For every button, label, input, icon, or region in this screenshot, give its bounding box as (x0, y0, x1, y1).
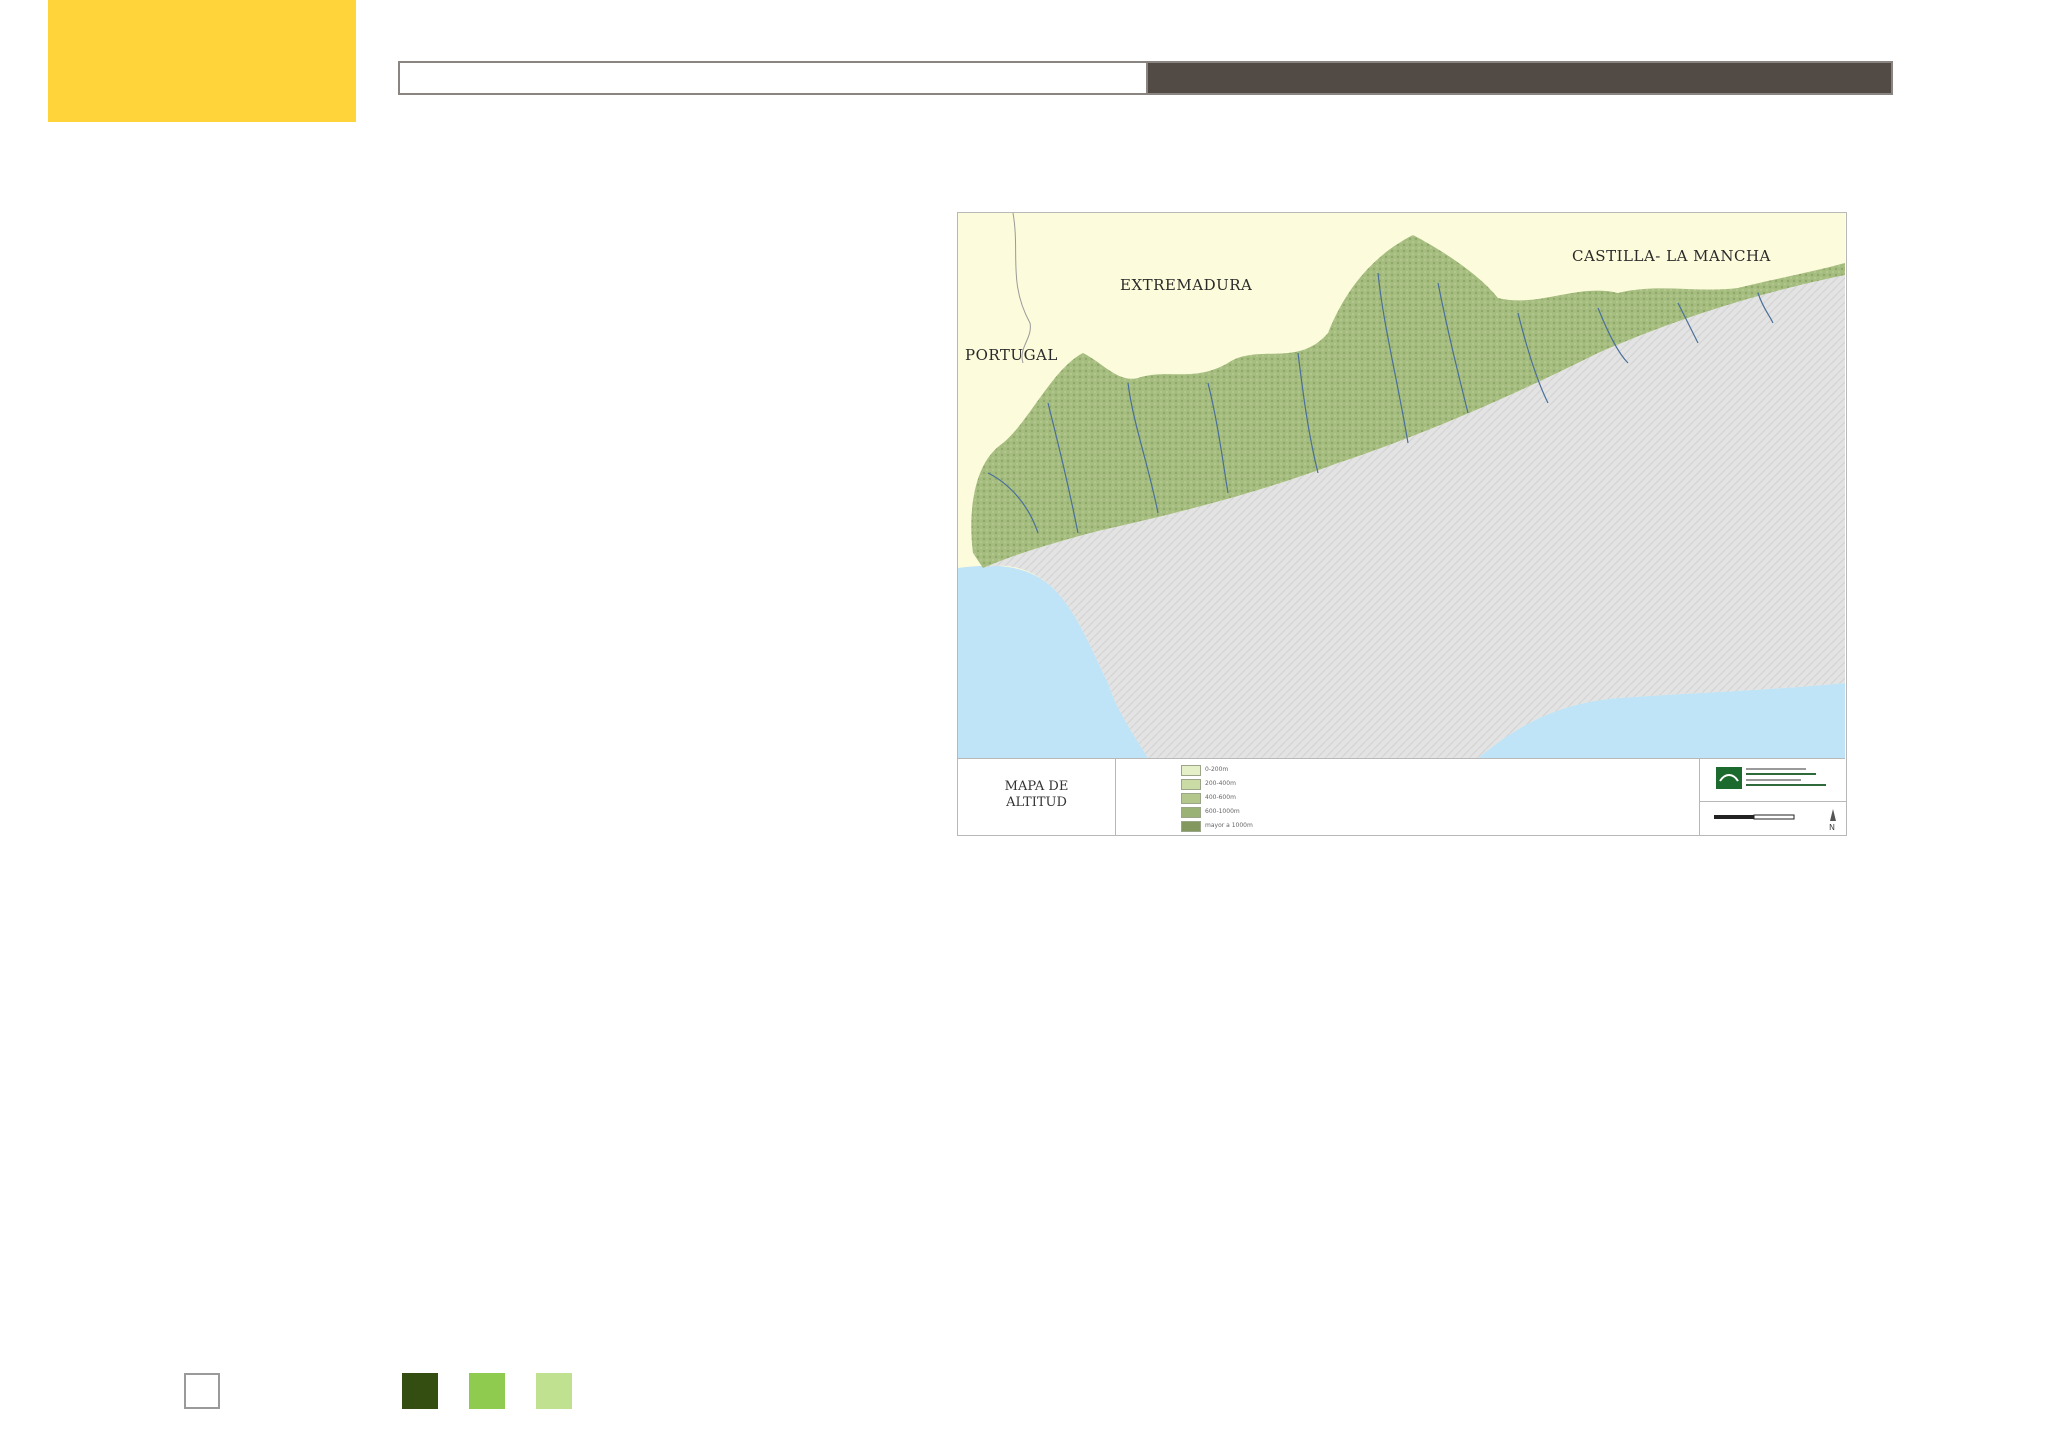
green-chip (469, 1373, 505, 1409)
legend-swatch (1181, 821, 1201, 832)
header-bar-right (1148, 61, 1893, 95)
svg-text:N: N (1829, 823, 1835, 831)
north-arrow-icon: N (1829, 809, 1836, 831)
legend-label: mayor a 1000m (1205, 822, 1253, 829)
map-legend: MAPA DE ALTITUD 0-200m 200-400m 400-600m … (958, 758, 1846, 836)
legend-label: 400-600m (1205, 794, 1236, 801)
header-bar-left (398, 61, 1148, 95)
label-portugal: PORTUGAL (965, 346, 1058, 364)
logo-box (1699, 759, 1846, 802)
light-green-chip (536, 1373, 572, 1409)
legend-swatch (1181, 779, 1201, 790)
legend-label: 0-200m (1205, 766, 1229, 773)
scale-box: N (1699, 801, 1846, 836)
legend-label: 200-400m (1205, 780, 1236, 787)
legend-swatch (1181, 807, 1201, 818)
legend-swatch (1181, 765, 1201, 776)
white-chip (184, 1373, 220, 1409)
dark-green-chip (402, 1373, 438, 1409)
legend-label: 600-1000m (1205, 808, 1240, 815)
altitude-map (958, 213, 1845, 758)
legend-swatch (1181, 793, 1201, 804)
label-castilla-la-mancha: CASTILLA- LA MANCHA (1572, 247, 1771, 265)
legend-title-box: MAPA DE ALTITUD (958, 759, 1116, 836)
section-tab (48, 0, 356, 122)
altitude-map-figure: EXTREMADURA CASTILLA- LA MANCHA PORTUGAL… (957, 212, 1847, 836)
label-extremadura: EXTREMADURA (1120, 276, 1253, 294)
scale-bar (1714, 814, 1795, 820)
legend-title: MAPA DE ALTITUD (1004, 779, 1069, 810)
junta-de-andalucia-logo-icon (1716, 767, 1826, 789)
